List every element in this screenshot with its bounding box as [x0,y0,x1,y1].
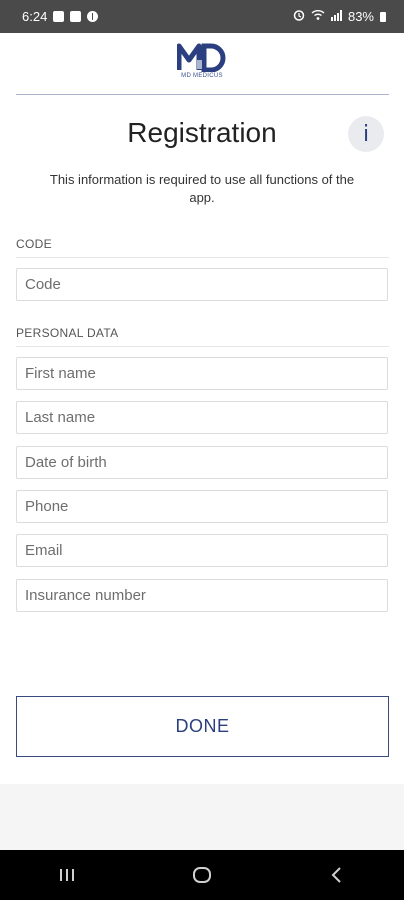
status-right: 83% [293,9,386,24]
last-name-input[interactable] [17,402,387,433]
date-of-birth-input[interactable] [17,447,387,478]
back-icon [331,867,341,883]
phone-field[interactable] [16,490,388,523]
phone-input[interactable] [17,491,387,522]
back-button[interactable] [317,855,357,895]
code-input[interactable] [17,269,387,300]
bottom-area [0,784,404,850]
app-logo: MD MEDICUS [171,42,233,84]
done-button[interactable]: DONE [16,696,389,757]
insurance-number-field[interactable] [16,579,388,612]
first-name-input[interactable] [17,358,387,389]
signal-icon [330,9,342,24]
code-field[interactable] [16,268,388,301]
email-input[interactable] [17,535,387,566]
alarm-icon [293,9,305,24]
gallery-notification-icon [53,11,65,22]
logo-text: MD MEDICUS [181,73,223,79]
alert-notification-icon [87,11,99,22]
recents-icon [60,869,75,881]
insurance-number-input[interactable] [17,580,387,611]
status-time: 6:24 [22,9,48,24]
home-icon [192,867,211,883]
md-logo-icon [177,43,226,72]
date-of-birth-field[interactable] [16,446,388,479]
page-title: Registration [127,117,277,148]
email-field[interactable] [16,534,388,567]
battery-percent: 83% [347,9,374,24]
info-button[interactable]: i [348,116,384,152]
battery-icon [380,11,386,22]
header-divider [16,94,389,95]
page-subtitle: This information is required to use all … [49,172,355,205]
wifi-icon [311,9,325,24]
first-name-field[interactable] [16,357,388,390]
section-divider-code [16,257,389,258]
status-left: 6:24 [22,9,99,24]
section-divider-personal [16,346,389,347]
section-label-code: CODE [16,237,52,251]
last-name-field[interactable] [16,401,388,434]
status-bar: 6:24 83% [0,0,404,33]
app-notification-icon [70,11,82,22]
system-nav-bar [0,850,404,900]
section-label-personal: PERSONAL DATA [16,326,119,340]
recents-button[interactable] [47,855,87,895]
home-button[interactable] [182,855,222,895]
